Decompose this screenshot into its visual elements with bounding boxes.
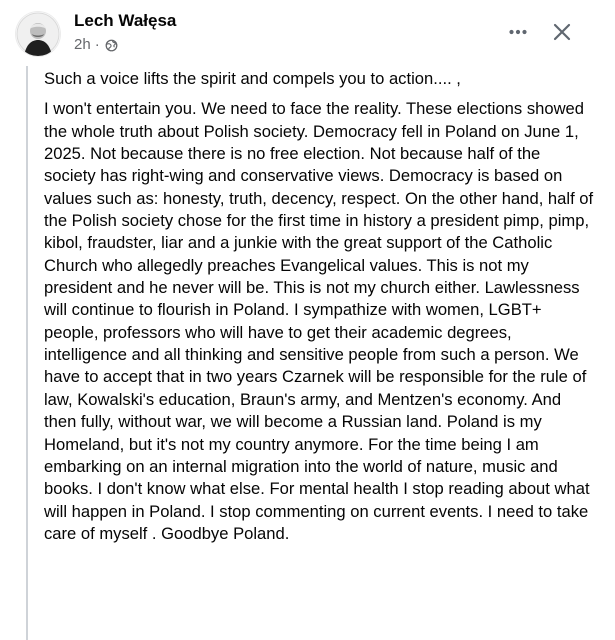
post-main-text: I won't entertain you. We need to face t… bbox=[44, 99, 594, 543]
close-button[interactable] bbox=[544, 14, 580, 50]
post-intro-text: Such a voice lifts the spirit and compel… bbox=[44, 69, 461, 88]
post-meta: 2h · bbox=[74, 36, 118, 54]
globe-icon[interactable] bbox=[105, 39, 118, 52]
more-dots-icon bbox=[509, 29, 527, 35]
facebook-post: Lech Wałęsa 2h · Such a voice lifts the … bbox=[0, 0, 615, 640]
avatar-portrait-icon bbox=[16, 12, 60, 56]
post-left-rule bbox=[26, 66, 28, 640]
post-header: Lech Wałęsa 2h · bbox=[0, 0, 615, 64]
close-icon bbox=[553, 23, 571, 41]
post-text: Such a voice lifts the spirit and compel… bbox=[44, 68, 596, 545]
more-options-button[interactable] bbox=[500, 14, 536, 50]
meta-separator: · bbox=[94, 36, 100, 53]
post-time[interactable]: 2h bbox=[74, 36, 91, 54]
avatar[interactable] bbox=[16, 12, 60, 56]
author-name[interactable]: Lech Wałęsa bbox=[74, 10, 176, 32]
